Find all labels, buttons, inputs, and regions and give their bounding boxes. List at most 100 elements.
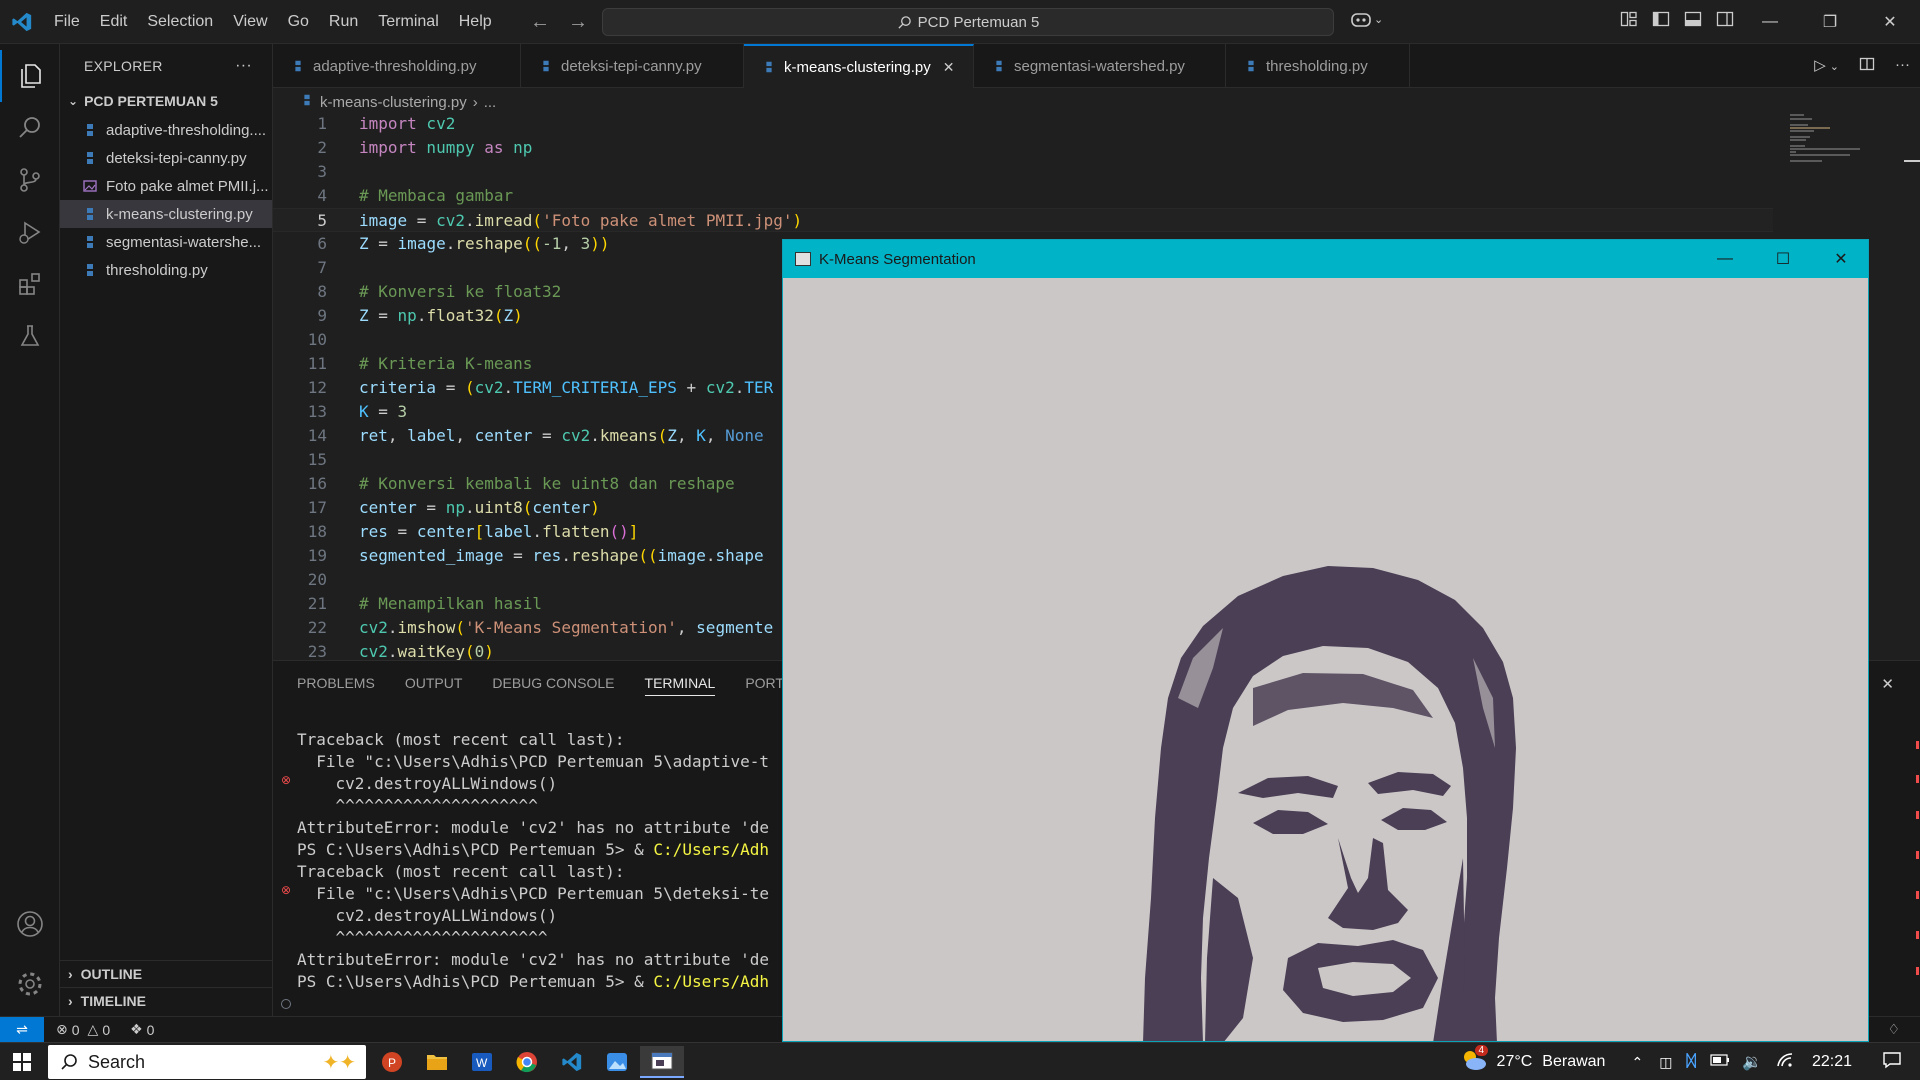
split-editor-icon[interactable] (1859, 56, 1875, 76)
file-explorer-icon[interactable] (415, 1046, 459, 1078)
powerpoint-icon[interactable]: P (370, 1046, 414, 1078)
remote-connection-icon[interactable]: ⇌ (0, 1016, 44, 1043)
explorer-icon[interactable] (0, 50, 60, 102)
command-center-search[interactable]: PCD Pertemuan 5 (602, 8, 1334, 36)
testing-flask-icon[interactable] (0, 310, 60, 362)
breadcrumb-symbol[interactable]: ... (484, 94, 497, 111)
tab-debug-console[interactable]: DEBUG CONSOLE (492, 675, 614, 696)
minimize-icon[interactable]: — (1696, 240, 1754, 278)
more-actions-icon[interactable]: ··· (1895, 56, 1910, 76)
menu-edit[interactable]: Edit (90, 0, 138, 44)
notification-bell-icon[interactable]: ♢ (1887, 1021, 1900, 1038)
source-control-icon[interactable] (0, 154, 60, 206)
code-token: segmented_image (359, 546, 504, 565)
menu-go[interactable]: Go (278, 0, 319, 44)
tab-adaptive-thresholding[interactable]: adaptive-thresholding.py (273, 44, 521, 88)
vscode-taskbar-icon[interactable] (550, 1046, 594, 1078)
line-number: 17 (307, 498, 327, 517)
tab-terminal[interactable]: TERMINAL (644, 675, 716, 696)
weather-text[interactable]: Berawan (1542, 1053, 1605, 1071)
file-item[interactable]: deteksi-tepi-canny.py (60, 144, 272, 172)
meet-now-icon[interactable]: ◫ (1659, 1054, 1672, 1071)
close-icon[interactable]: ✕ (1812, 240, 1868, 278)
ports-status[interactable]: ❖ 0 (130, 1021, 154, 1038)
cv-window-titlebar[interactable]: K-Means Segmentation — ☐ ✕ (783, 240, 1868, 278)
close-tab-icon[interactable]: ✕ (943, 59, 955, 76)
code-token: . (590, 426, 600, 445)
code-token: ( (455, 618, 465, 637)
run-debug-icon[interactable] (0, 206, 60, 258)
word-icon[interactable]: W (460, 1046, 504, 1078)
code-token: (( (522, 234, 543, 253)
tab-label: adaptive-thresholding.py (313, 57, 477, 75)
maximize-icon[interactable]: ☐ (1754, 240, 1812, 278)
code-token: cv2 (436, 211, 465, 230)
cv-window-title: K-Means Segmentation (819, 250, 976, 268)
code-token: + (676, 378, 706, 397)
broadcast-icon: ❖ (130, 1021, 143, 1037)
outline-section[interactable]: › OUTLINE (60, 960, 273, 987)
wifi-icon[interactable] (1776, 1052, 1794, 1073)
kmeans-segmentation-window[interactable]: K-Means Segmentation — ☐ ✕ (782, 239, 1869, 1042)
account-icon[interactable] (0, 898, 60, 950)
bluetooth-icon[interactable]: ᛞ (1686, 1053, 1696, 1071)
tab-deteksi-tepi-canny[interactable]: deteksi-tepi-canny.py (521, 44, 744, 88)
toggle-panel-icon[interactable] (1684, 10, 1704, 30)
line-number: 2 (317, 138, 327, 157)
search-icon[interactable] (0, 102, 60, 154)
file-item[interactable]: segmentasi-watershe... (60, 228, 272, 256)
timeline-section[interactable]: › TIMELINE (60, 987, 273, 1014)
more-actions-icon[interactable]: ··· (235, 57, 252, 75)
weather-cloud-icon[interactable]: 4 (1459, 1044, 1489, 1078)
menu-run[interactable]: Run (319, 0, 368, 44)
menu-file[interactable]: File (44, 0, 90, 44)
code-token: image (397, 234, 446, 253)
tab-problems[interactable]: PROBLEMS (297, 675, 375, 696)
close-window-icon[interactable]: ✕ (1860, 0, 1920, 44)
file-item-selected[interactable]: k-means-clustering.py (60, 200, 272, 228)
restore-icon[interactable]: ❐ (1800, 0, 1860, 44)
extensions-icon[interactable] (0, 258, 60, 310)
folder-pcd-pertemuan-5[interactable]: ⌄ PCD PERTEMUAN 5 (60, 88, 272, 114)
file-item[interactable]: Foto pake almet PMII.j... (60, 172, 272, 200)
volume-icon[interactable]: 🔉 (1742, 1052, 1762, 1072)
close-panel-icon[interactable]: ✕ (1881, 675, 1894, 693)
copilot-button[interactable]: ⌄ (1350, 10, 1383, 28)
settings-gear-icon[interactable] (0, 958, 60, 1010)
tab-segmentasi-watershed[interactable]: segmentasi-watershed.py (974, 44, 1226, 88)
chrome-icon[interactable] (505, 1046, 549, 1078)
back-arrow-icon[interactable]: ← (530, 11, 550, 34)
tab-output[interactable]: OUTPUT (405, 675, 463, 696)
tab-k-means-clustering[interactable]: k-means-clustering.py ✕ (744, 44, 974, 88)
chevron-up-icon[interactable]: ⌃ (1631, 1054, 1643, 1071)
breadcrumb-file[interactable]: k-means-clustering.py (320, 94, 467, 111)
file-item[interactable]: adaptive-thresholding.... (60, 116, 272, 144)
photos-icon[interactable] (595, 1046, 639, 1078)
code-token: 3 (580, 234, 591, 253)
customize-layout-icon[interactable] (1620, 10, 1640, 30)
menu-view[interactable]: View (223, 0, 277, 44)
minimap[interactable] (1790, 114, 1880, 164)
toggle-primary-sidebar-icon[interactable] (1652, 10, 1672, 30)
code-token: )) (590, 234, 610, 253)
python-file-icon (300, 93, 314, 111)
battery-icon[interactable] (1710, 1053, 1730, 1071)
windows-start-icon[interactable] (0, 1043, 44, 1080)
tab-thresholding[interactable]: thresholding.py (1226, 44, 1410, 88)
forward-arrow-icon[interactable]: → (568, 11, 588, 34)
file-item[interactable]: thresholding.py (60, 256, 272, 284)
weather-temp[interactable]: 27°C (1497, 1053, 1533, 1071)
python-window-taskbar-icon[interactable] (640, 1046, 684, 1078)
menu-terminal[interactable]: Terminal (368, 0, 448, 44)
toggle-secondary-sidebar-icon[interactable] (1716, 10, 1736, 30)
run-python-file-icon[interactable]: ▷ ⌄ (1814, 56, 1839, 76)
clock-time[interactable]: 22:21 (1812, 1053, 1852, 1071)
code-token: 'K-Means Segmentation' (464, 618, 677, 637)
menu-selection[interactable]: Selection (137, 0, 223, 44)
problems-status[interactable]: ⊗ 0 △ 0 (56, 1021, 110, 1038)
menu-help[interactable]: Help (449, 0, 502, 44)
taskbar-search-box[interactable]: Search ✦✦ (48, 1045, 366, 1079)
minimize-icon[interactable]: — (1740, 0, 1800, 44)
notification-center-icon[interactable] (1882, 1051, 1902, 1074)
code-token: center (474, 426, 533, 445)
